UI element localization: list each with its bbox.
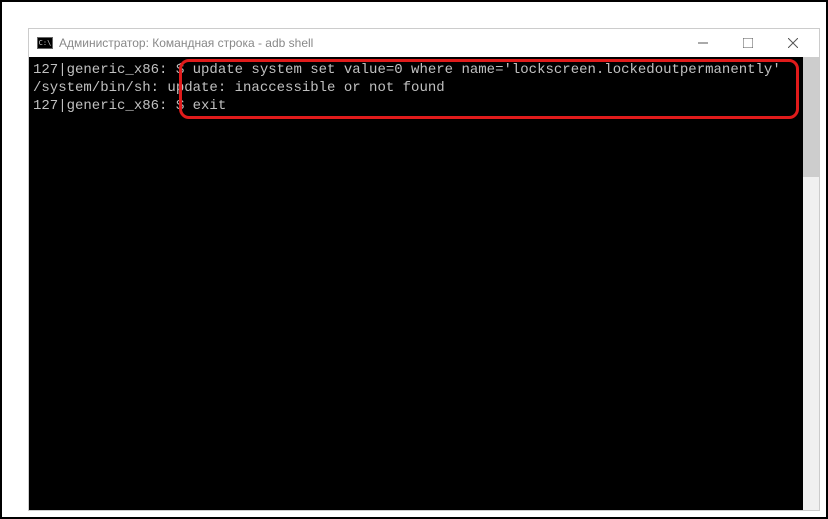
titlebar[interactable]: C:\ Администратор: Командная строка - ad…	[29, 29, 819, 57]
command-text: $ exit	[167, 98, 226, 114]
command-text: $ update system set value=0 where name='…	[167, 62, 780, 78]
maximize-button[interactable]	[725, 29, 770, 57]
terminal-output[interactable]: 127|generic_x86: $ update system set val…	[29, 57, 819, 510]
close-button[interactable]	[770, 29, 815, 57]
window-title: Администратор: Командная строка - adb sh…	[59, 36, 680, 50]
terminal-line: /system/bin/sh: update: inaccessible or …	[33, 79, 815, 97]
vertical-scrollbar[interactable]	[803, 57, 819, 510]
minimize-button[interactable]	[680, 29, 725, 57]
cmd-icon: C:\	[37, 37, 53, 49]
prompt: /system/bin/sh:	[33, 80, 167, 96]
prompt: 127|generic_x86:	[33, 98, 167, 114]
command-prompt-window: C:\ Администратор: Командная строка - ad…	[28, 28, 820, 511]
output-text: update: inaccessible or not found	[167, 80, 444, 96]
terminal-line: 127|generic_x86: $ update system set val…	[33, 61, 815, 79]
window-controls	[680, 29, 815, 57]
terminal-line: 127|generic_x86: $ exit	[33, 97, 815, 115]
prompt: 127|generic_x86:	[33, 62, 167, 78]
